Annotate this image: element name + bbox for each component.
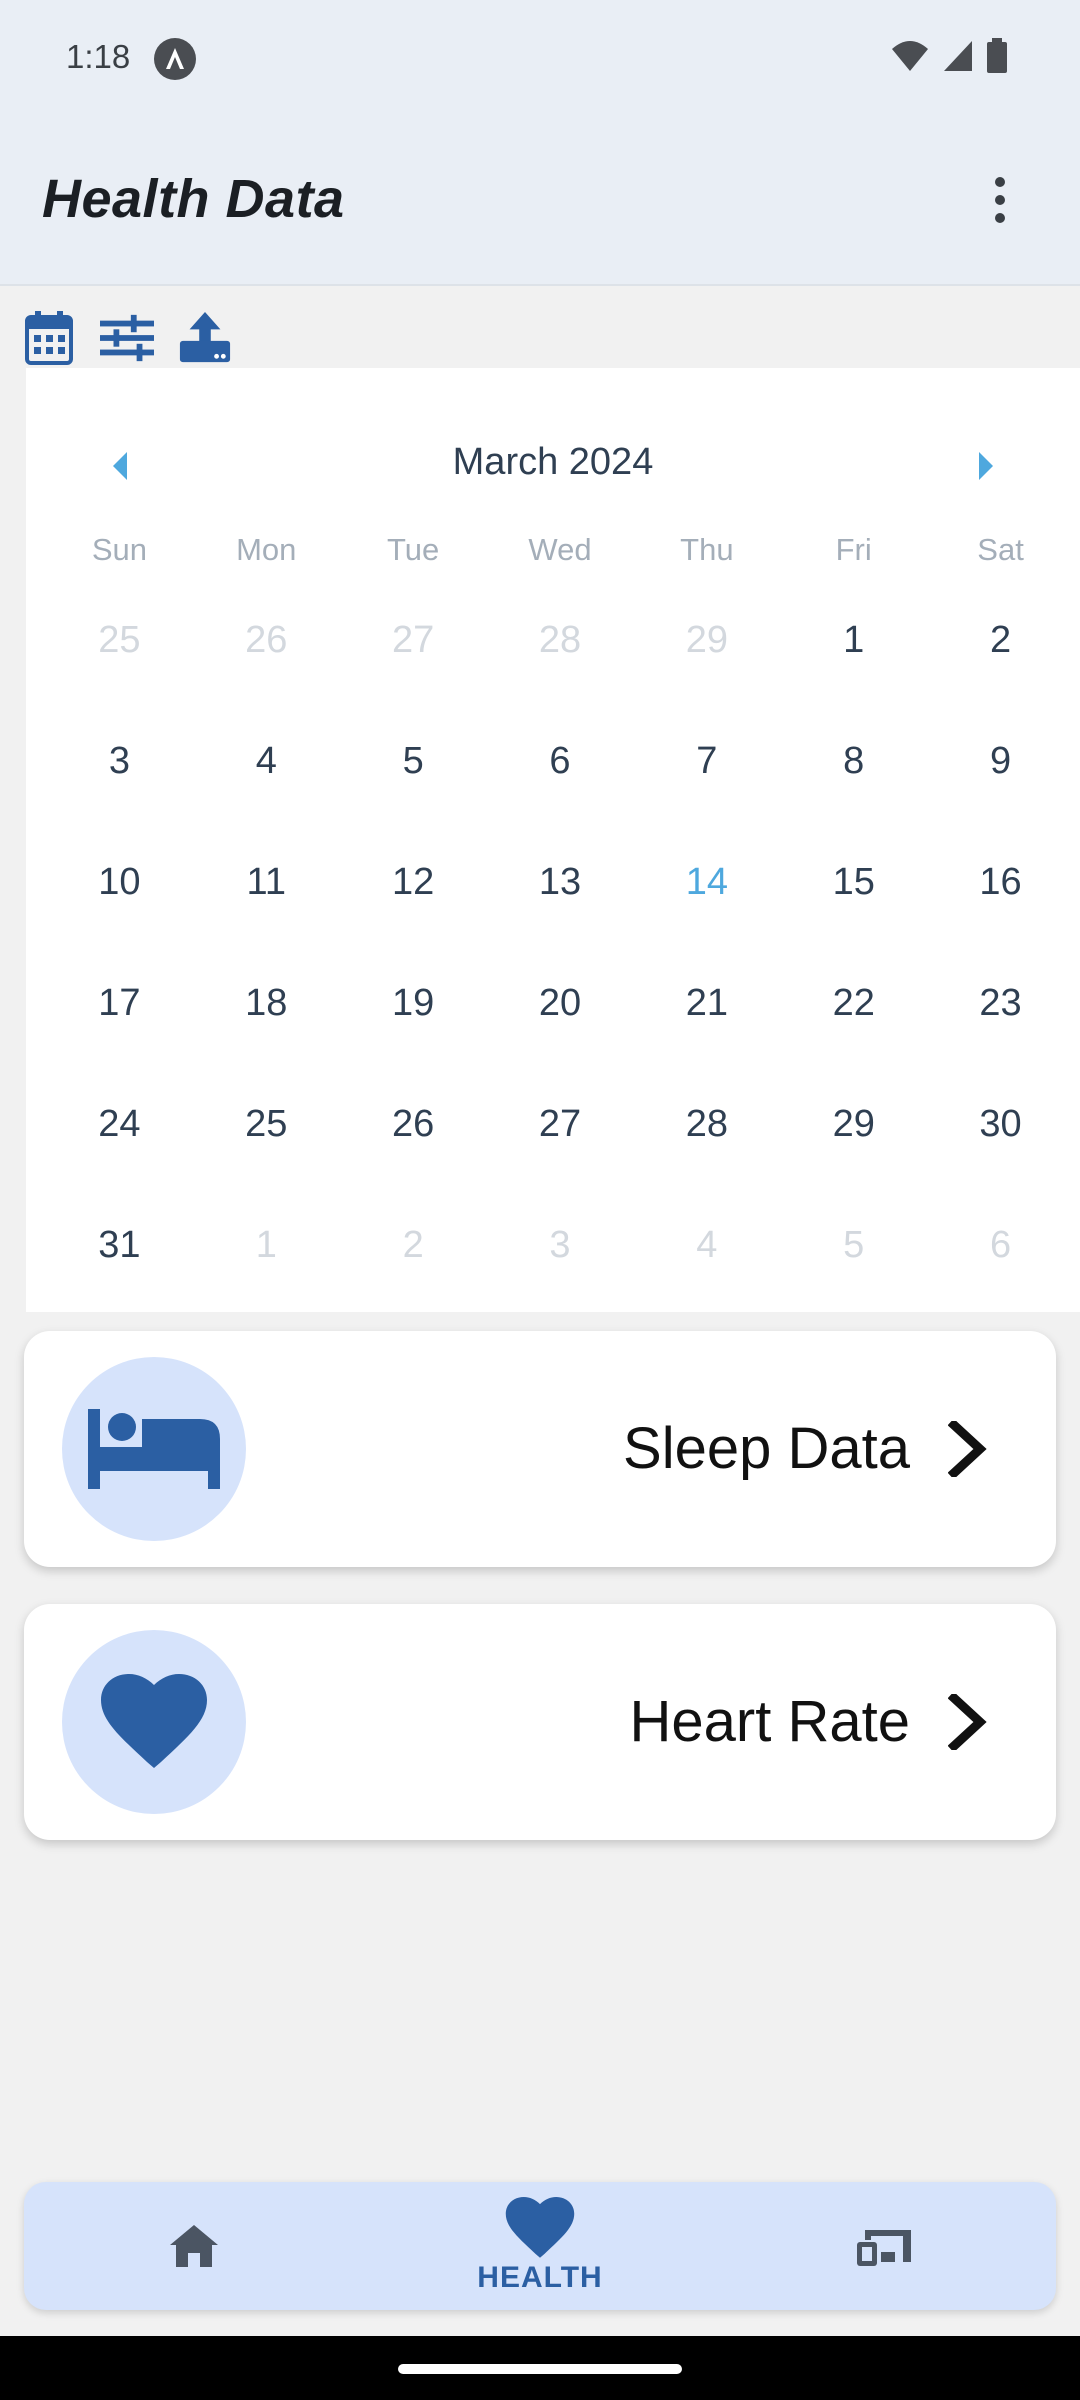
calendar-day[interactable]: 28 — [633, 1082, 780, 1203]
calendar-day[interactable]: 9 — [927, 719, 1074, 840]
weekday-label: Sun — [91, 532, 147, 567]
calendar-day[interactable]: 1 — [193, 1203, 340, 1324]
chevron-right-icon — [936, 1690, 1000, 1754]
status-bar: 1:18 — [0, 0, 1080, 120]
calendar-day[interactable]: 5 — [780, 1203, 927, 1324]
heart-rate-label: Heart Rate — [629, 1689, 910, 1754]
calendar-day[interactable]: 31 — [46, 1203, 193, 1324]
weekday-label: Thu — [680, 532, 734, 567]
calendar-day[interactable]: 18 — [193, 961, 340, 1082]
upload-icon — [179, 311, 231, 363]
calendar-day[interactable]: 16 — [927, 840, 1074, 961]
home-icon — [170, 2225, 218, 2267]
calendar-day[interactable]: 25 — [193, 1082, 340, 1203]
nav-health[interactable]: HEALTH — [460, 2182, 620, 2310]
calendar-day[interactable]: 6 — [487, 719, 634, 840]
calendar-day[interactable]: 19 — [340, 961, 487, 1082]
calendar-day[interactable]: 30 — [927, 1082, 1074, 1203]
calendar-day[interactable]: 22 — [780, 961, 927, 1082]
weekday-label: Tue — [386, 532, 440, 567]
calendar-button[interactable] — [22, 309, 76, 367]
calendar-day[interactable]: 23 — [927, 961, 1074, 1082]
heart-icon — [505, 2197, 575, 2258]
tune-icon — [100, 314, 154, 362]
heart-icon — [101, 1674, 207, 1768]
calendar-day[interactable]: 4 — [633, 1203, 780, 1324]
calendar-day[interactable]: 1 — [780, 598, 927, 719]
calendar-day[interactable]: 15 — [780, 840, 927, 961]
sleep-data-label: Sleep Data — [623, 1416, 910, 1481]
home-gesture-handle[interactable] — [398, 2364, 682, 2374]
calendar-day[interactable]: 27 — [340, 598, 487, 719]
weekday-label: Wed — [528, 532, 592, 567]
chevron-right-icon — [979, 452, 993, 480]
calendar-day[interactable]: 11 — [193, 840, 340, 961]
weekday-label: Fri — [835, 532, 872, 567]
weekday-header: Sun Mon Tue Wed Thu Fri Sat — [46, 520, 1074, 580]
upload-button[interactable] — [178, 309, 232, 367]
calendar-day[interactable]: 26 — [193, 598, 340, 719]
calendar-day[interactable]: 12 — [340, 840, 487, 961]
calendar-day[interactable]: 27 — [487, 1082, 634, 1203]
calendar-day[interactable]: 6 — [927, 1203, 1074, 1324]
calendar-day[interactable]: 7 — [633, 719, 780, 840]
sleep-icon-badge — [62, 1357, 246, 1541]
system-gesture-bar — [0, 2336, 1080, 2400]
calendar-day[interactable]: 26 — [340, 1082, 487, 1203]
app-notification-icon — [154, 38, 196, 80]
battery-icon — [987, 38, 1007, 73]
calendar-days-grid: 25 26 27 28 29 1 2 3 4 5 6 7 8 9 10 11 12 13 14 15 16 17 18 19 2… — [46, 598, 1074, 1324]
app-bar: Health Data — [0, 120, 1080, 286]
calendar-day[interactable]: 24 — [46, 1082, 193, 1203]
calendar-day-today[interactable]: 14 — [633, 840, 780, 961]
calendar-day[interactable]: 29 — [780, 1082, 927, 1203]
weekday-label: Mon — [236, 532, 297, 567]
nav-home[interactable] — [134, 2182, 254, 2310]
calendar-header: March 2024 — [26, 408, 1080, 516]
wifi-icon — [892, 41, 928, 71]
calendar-icon — [25, 311, 73, 365]
devices-icon — [857, 2230, 911, 2266]
bed-icon — [88, 1409, 220, 1489]
more-vert-icon — [995, 177, 1005, 223]
calendar-day[interactable]: 4 — [193, 719, 340, 840]
calendar: March 2024 Sun Mon Tue Wed Thu Fri Sat 25 26 27 2… — [26, 368, 1080, 1312]
status-time: 1:18 — [66, 38, 131, 75]
calendar-day[interactable]: 29 — [633, 598, 780, 719]
calendar-day[interactable]: 28 — [487, 598, 634, 719]
heart-icon-badge — [62, 1630, 246, 1814]
sleep-data-card[interactable]: Sleep Data — [24, 1331, 1056, 1567]
calendar-month-title: March 2024 — [452, 441, 654, 483]
calendar-day[interactable]: 17 — [46, 961, 193, 1082]
nav-health-label: HEALTH — [477, 2261, 603, 2294]
heart-rate-card[interactable]: Heart Rate — [24, 1604, 1056, 1840]
calendar-day[interactable]: 21 — [633, 961, 780, 1082]
calendar-day[interactable]: 2 — [340, 1203, 487, 1324]
calendar-day[interactable]: 8 — [780, 719, 927, 840]
bottom-navigation: HEALTH — [24, 2182, 1056, 2310]
nav-devices[interactable] — [826, 2182, 946, 2310]
calendar-day[interactable]: 10 — [46, 840, 193, 961]
cell-signal-icon — [944, 41, 972, 71]
status-icons — [890, 38, 1008, 74]
calendar-day[interactable]: 3 — [46, 719, 193, 840]
overflow-menu-button[interactable] — [960, 160, 1040, 240]
toolbar — [22, 308, 232, 368]
weekday-label: Sat — [977, 532, 1024, 567]
next-month-button[interactable] — [956, 436, 1016, 496]
calendar-day[interactable]: 13 — [487, 840, 634, 961]
calendar-day[interactable]: 25 — [46, 598, 193, 719]
calendar-day[interactable]: 5 — [340, 719, 487, 840]
chevron-right-icon — [936, 1417, 1000, 1481]
filter-button[interactable] — [100, 309, 154, 367]
calendar-day[interactable]: 2 — [927, 598, 1074, 719]
page-title: Health Data — [42, 169, 345, 229]
calendar-day[interactable]: 3 — [487, 1203, 634, 1324]
calendar-day[interactable]: 20 — [487, 961, 634, 1082]
